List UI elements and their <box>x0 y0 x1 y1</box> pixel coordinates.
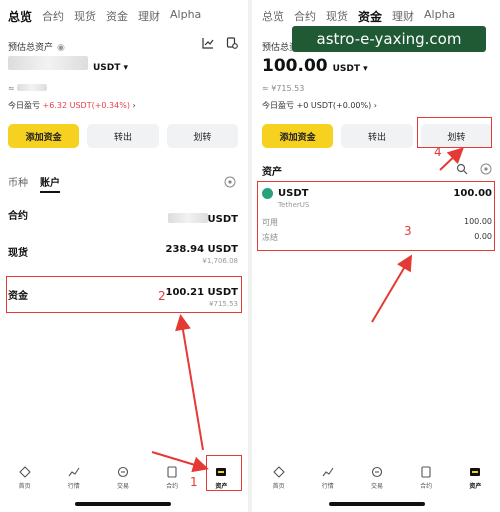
settings-icon[interactable] <box>480 163 492 175</box>
nav-markets[interactable]: 行情 <box>308 466 348 490</box>
tab-overview[interactable]: 总览 <box>262 8 284 25</box>
wallet-icon <box>470 468 481 476</box>
nav-assets[interactable]: 资产 <box>455 466 495 490</box>
withdraw-button[interactable]: 转出 <box>341 124 413 148</box>
masked-balance <box>8 56 88 70</box>
tab-alpha[interactable]: Alpha <box>170 8 201 25</box>
currency-selector[interactable]: USDT ▾ <box>333 64 368 74</box>
tab-futures[interactable]: 合约 <box>294 8 316 25</box>
account-row-futures[interactable]: 合约 USDT <box>8 207 238 226</box>
estimated-total-label: 预估总资产◉ <box>8 43 65 53</box>
nav-home[interactable]: 首页 <box>5 466 45 490</box>
home-indicator <box>75 502 171 506</box>
nav-markets[interactable]: 行情 <box>54 466 94 490</box>
bottom-navigation: 首页 行情 交易 合约 资产 <box>254 466 500 490</box>
highlight-transfer-button <box>417 117 492 148</box>
tab-spot[interactable]: 现货 <box>326 8 348 25</box>
home-icon <box>272 466 285 478</box>
annotation-step-4: 4 <box>434 145 442 159</box>
today-pnl[interactable]: 今日盈亏 +0 USDT(+0.00%) › <box>262 100 377 111</box>
wallet-icon <box>216 468 227 476</box>
tab-futures[interactable]: 合约 <box>42 8 64 25</box>
top-icons <box>202 37 238 49</box>
tab-overview[interactable]: 总览 <box>8 8 32 25</box>
asset-view-tabs: 币种 账户 <box>8 174 60 193</box>
nav-assets[interactable]: 资产 <box>201 466 241 490</box>
annotation-step-2: 2 <box>158 289 166 303</box>
settings-icon[interactable] <box>224 176 236 188</box>
nav-futures[interactable]: 合约 <box>152 466 192 490</box>
account-row-spot[interactable]: 现货 238.94 USDT ¥1,706.08 <box>8 244 238 265</box>
nav-futures[interactable]: 合约 <box>406 466 446 490</box>
fiat-estimate: ≈ <box>8 84 48 93</box>
fiat-estimate: ≈ ¥715.53 <box>262 84 305 93</box>
markets-icon <box>68 467 80 477</box>
tab-accounts[interactable]: 账户 <box>40 174 60 193</box>
highlight-usdt-card <box>257 181 495 251</box>
markets-icon <box>322 467 334 477</box>
trade-icon <box>371 466 383 478</box>
home-icon <box>18 466 31 478</box>
bottom-navigation: 首页 行情 交易 合约 资产 <box>0 466 246 490</box>
tab-alpha[interactable]: Alpha <box>424 8 455 25</box>
top-tabs: 总览 合约 现货 资金 理财 Alpha <box>8 8 201 25</box>
withdraw-button[interactable]: 转出 <box>87 124 159 148</box>
tab-earn[interactable]: 理财 <box>138 8 160 25</box>
total-balance: USDT ▾ <box>8 56 128 73</box>
nav-trade[interactable]: 交易 <box>103 466 143 490</box>
history-icon[interactable] <box>226 37 238 49</box>
futures-icon <box>167 466 177 478</box>
add-funds-button[interactable]: 添加资金 <box>262 124 334 148</box>
tab-funding[interactable]: 资金 <box>106 8 128 25</box>
futures-icon <box>421 466 431 478</box>
assets-heading: 资产 <box>262 167 282 178</box>
right-screen: 总览 合约 现货 资金 理财 Alpha 预估总资产◉ 100.00 USDT … <box>254 0 500 512</box>
chart-icon[interactable] <box>202 37 214 49</box>
screen-divider <box>248 0 252 512</box>
left-screen: 总览 合约 现货 资金 理财 Alpha 预估总资产 ◉ USDT ▾ ≈ 今日盈… <box>0 0 246 512</box>
trade-icon <box>117 466 129 478</box>
total-balance: 100.00 USDT ▾ <box>262 56 368 76</box>
top-tabs: 总览 合约 现货 资金 理财 Alpha <box>262 8 455 25</box>
search-icon[interactable] <box>456 163 468 175</box>
annotation-step-3: 3 <box>404 224 412 238</box>
currency-selector[interactable]: USDT ▾ <box>93 63 128 73</box>
tab-spot[interactable]: 现货 <box>74 8 96 25</box>
nav-home[interactable]: 首页 <box>259 466 299 490</box>
watermark-banner: astro-e-yaxing.com <box>292 26 486 52</box>
tab-coins[interactable]: 币种 <box>8 174 28 193</box>
highlight-funding-account <box>6 276 242 313</box>
tab-funding[interactable]: 资金 <box>358 8 382 25</box>
today-pnl[interactable]: 今日盈亏 +6.32 USDT(+0.34%) › <box>8 100 136 111</box>
eye-icon[interactable]: ◉ <box>57 43 65 53</box>
add-funds-button[interactable]: 添加资金 <box>8 124 80 148</box>
action-buttons: 添加资金 转出 划转 <box>8 124 238 148</box>
transfer-button[interactable]: 划转 <box>166 124 238 148</box>
home-indicator <box>329 502 425 506</box>
tab-earn[interactable]: 理财 <box>392 8 414 25</box>
asset-tools <box>456 163 492 175</box>
nav-trade[interactable]: 交易 <box>357 466 397 490</box>
